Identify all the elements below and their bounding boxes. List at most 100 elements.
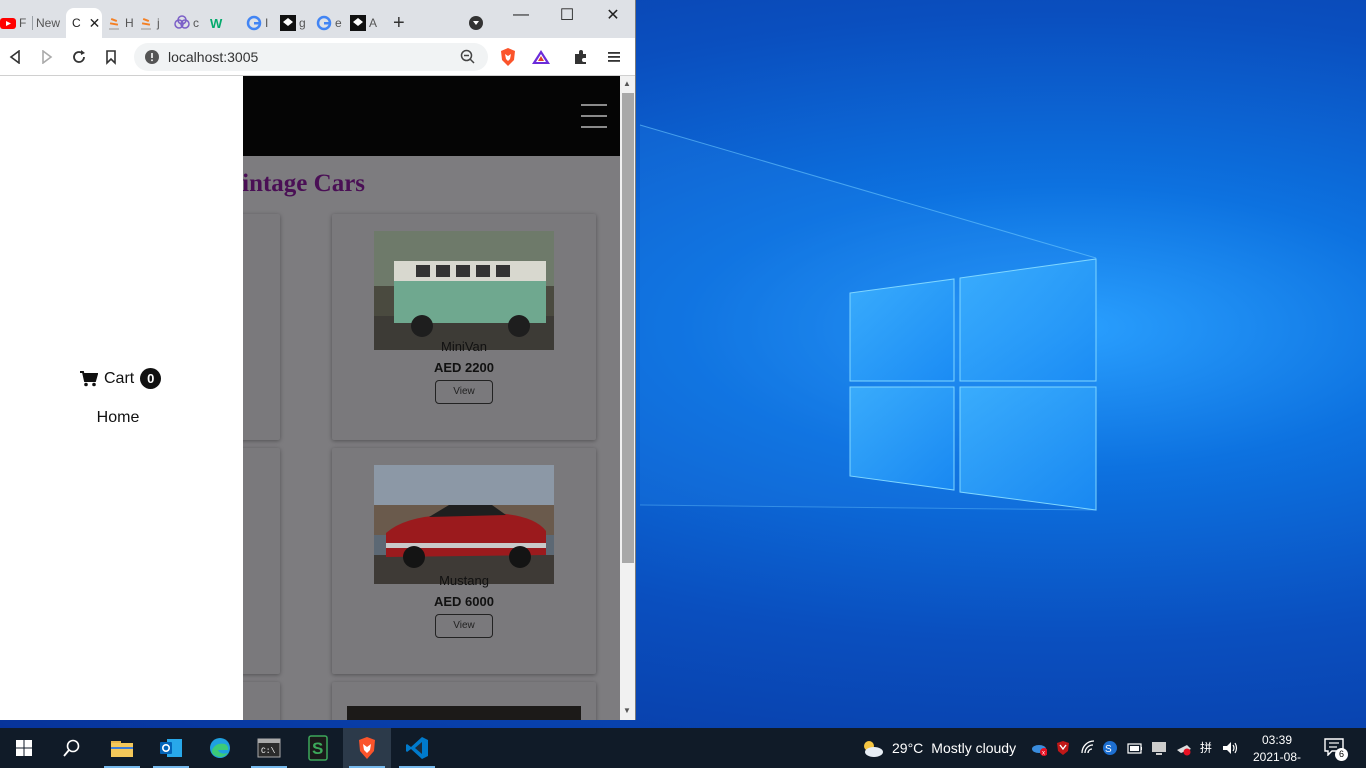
reload-icon bbox=[73, 50, 85, 63]
tab-google-1[interactable]: I bbox=[246, 8, 276, 38]
scroll-up-arrow-icon[interactable]: ▲ bbox=[623, 79, 631, 88]
notification-count-badge: 6 bbox=[1335, 748, 1348, 761]
terminal-button[interactable]: C:\ bbox=[245, 728, 293, 768]
view-button[interactable]: View bbox=[435, 380, 493, 404]
link-icon bbox=[174, 15, 190, 31]
google-icon bbox=[316, 15, 332, 31]
edge-button[interactable] bbox=[196, 728, 244, 768]
address-bar[interactable]: localhost:3005 bbox=[134, 43, 488, 71]
new-tab-button[interactable]: + bbox=[393, 8, 415, 38]
notification-center-button[interactable]: 6 bbox=[1322, 736, 1348, 761]
s-app-icon: S bbox=[308, 735, 328, 761]
tab-youtube[interactable]: F bbox=[0, 8, 32, 38]
maximize-button[interactable]: ☐ bbox=[544, 0, 590, 30]
reload-button[interactable] bbox=[68, 46, 90, 68]
product-name: Mustang bbox=[439, 573, 489, 588]
start-button[interactable] bbox=[0, 728, 48, 768]
zoom-icon[interactable] bbox=[460, 49, 476, 70]
extensions-button[interactable] bbox=[570, 46, 592, 68]
brave-lion-icon bbox=[501, 48, 515, 66]
brave-rewards-button[interactable] bbox=[530, 46, 552, 68]
close-window-button[interactable]: ✕ bbox=[590, 0, 635, 30]
tab-new[interactable]: New bbox=[36, 8, 66, 38]
edge-icon bbox=[210, 738, 230, 758]
hamburger-menu-icon bbox=[608, 52, 620, 62]
battery-icon[interactable] bbox=[1126, 740, 1142, 756]
terminal-icon: C:\ bbox=[257, 738, 281, 758]
scroll-down-arrow-icon[interactable]: ▼ bbox=[623, 706, 631, 715]
cart-label: Cart bbox=[104, 369, 135, 387]
stackoverflow-icon bbox=[138, 15, 154, 31]
product-price: AED 6000 bbox=[434, 594, 494, 609]
browser-window: F New C ✕ H j c W I g e A + — ☐ ✕ localh… bbox=[0, 0, 636, 720]
home-link[interactable]: Home bbox=[0, 409, 236, 427]
product-card: Mustang AED 6000 View bbox=[332, 448, 596, 674]
page-viewport: Vintage Cars MiniVan AED 2200 View Musta… bbox=[0, 76, 620, 720]
side-drawer: Cart 0 Home bbox=[0, 76, 243, 720]
vscode-icon bbox=[406, 737, 428, 759]
menu-button[interactable] bbox=[603, 46, 625, 68]
svg-text:S: S bbox=[312, 739, 323, 758]
system-clock[interactable]: 03:39 2021-08-25 bbox=[1250, 732, 1304, 768]
app-s-button[interactable]: S bbox=[294, 728, 342, 768]
svg-text:x: x bbox=[1042, 751, 1045, 757]
brave-icon bbox=[359, 737, 375, 759]
wifi-icon[interactable] bbox=[1080, 740, 1096, 756]
tab-github-1[interactable]: g bbox=[280, 8, 312, 38]
volume-icon[interactable] bbox=[1222, 740, 1238, 756]
vscode-button[interactable] bbox=[393, 728, 441, 768]
minimize-button[interactable]: — bbox=[498, 0, 544, 30]
tab-search-button[interactable] bbox=[468, 8, 486, 38]
info-icon[interactable] bbox=[144, 49, 160, 70]
file-explorer-button[interactable] bbox=[98, 728, 146, 768]
close-tab-icon[interactable]: ✕ bbox=[89, 15, 101, 32]
ime-icon[interactable]: 拼 bbox=[1200, 739, 1216, 755]
bookmark-icon bbox=[106, 50, 116, 65]
navbar-toggle-icon[interactable] bbox=[581, 104, 607, 130]
cart-link[interactable]: Cart 0 bbox=[80, 368, 162, 389]
tab-stackoverflow-1[interactable]: H bbox=[106, 8, 136, 38]
back-arrow-icon bbox=[9, 50, 20, 64]
view-button[interactable]: View bbox=[435, 614, 493, 638]
brave-shields-button[interactable] bbox=[497, 46, 519, 68]
weather-widget[interactable]: 29°C Mostly cloudy bbox=[860, 728, 1016, 768]
outlook-button[interactable] bbox=[147, 728, 195, 768]
minivan-image bbox=[374, 231, 554, 350]
page-title: Vintage Cars bbox=[225, 170, 366, 197]
tab-github-2[interactable]: A bbox=[350, 8, 382, 38]
brave-button[interactable] bbox=[343, 728, 391, 768]
svg-text:S: S bbox=[1105, 744, 1112, 755]
puzzle-icon bbox=[575, 50, 586, 64]
mcafee-shield-icon[interactable] bbox=[1055, 740, 1071, 756]
taskbar: C:\ S 29°C Mostly cloudy x S 拼 03:39 202… bbox=[0, 728, 1366, 768]
sync-icon[interactable]: S bbox=[1102, 740, 1118, 756]
tab-link[interactable]: c bbox=[174, 8, 206, 38]
onedrive-error-icon[interactable]: x bbox=[1031, 740, 1047, 756]
tab-separator bbox=[32, 16, 33, 30]
product-name: MiniVan bbox=[440, 339, 487, 354]
display-icon[interactable] bbox=[1151, 740, 1167, 756]
github-icon bbox=[280, 15, 296, 31]
tab-search-icon bbox=[469, 16, 483, 30]
browser-toolbar: localhost:3005 bbox=[0, 38, 635, 76]
tab-w3schools[interactable]: W bbox=[210, 8, 240, 38]
tab-stackoverflow-2[interactable]: j bbox=[138, 8, 168, 38]
tab-google-2[interactable]: e bbox=[316, 8, 346, 38]
svg-text:W: W bbox=[210, 16, 223, 31]
outlook-icon bbox=[160, 739, 182, 757]
clock-time: 03:39 bbox=[1261, 733, 1293, 747]
w3schools-icon: W bbox=[210, 15, 226, 31]
tab-current[interactable]: C ✕ bbox=[66, 8, 102, 38]
google-icon bbox=[246, 15, 262, 31]
scroll-thumb[interactable] bbox=[622, 93, 634, 563]
product-card bbox=[332, 682, 596, 720]
product-price: AED 2200 bbox=[434, 360, 494, 375]
network-error-icon[interactable] bbox=[1175, 740, 1191, 756]
forward-button[interactable] bbox=[36, 46, 58, 68]
search-button[interactable] bbox=[48, 728, 96, 768]
bookmark-button[interactable] bbox=[100, 46, 122, 68]
page-scrollbar[interactable]: ▲ ▼ bbox=[620, 76, 635, 720]
cart-count-badge: 0 bbox=[140, 368, 162, 389]
stackoverflow-icon bbox=[106, 15, 122, 31]
back-button[interactable] bbox=[4, 46, 26, 68]
